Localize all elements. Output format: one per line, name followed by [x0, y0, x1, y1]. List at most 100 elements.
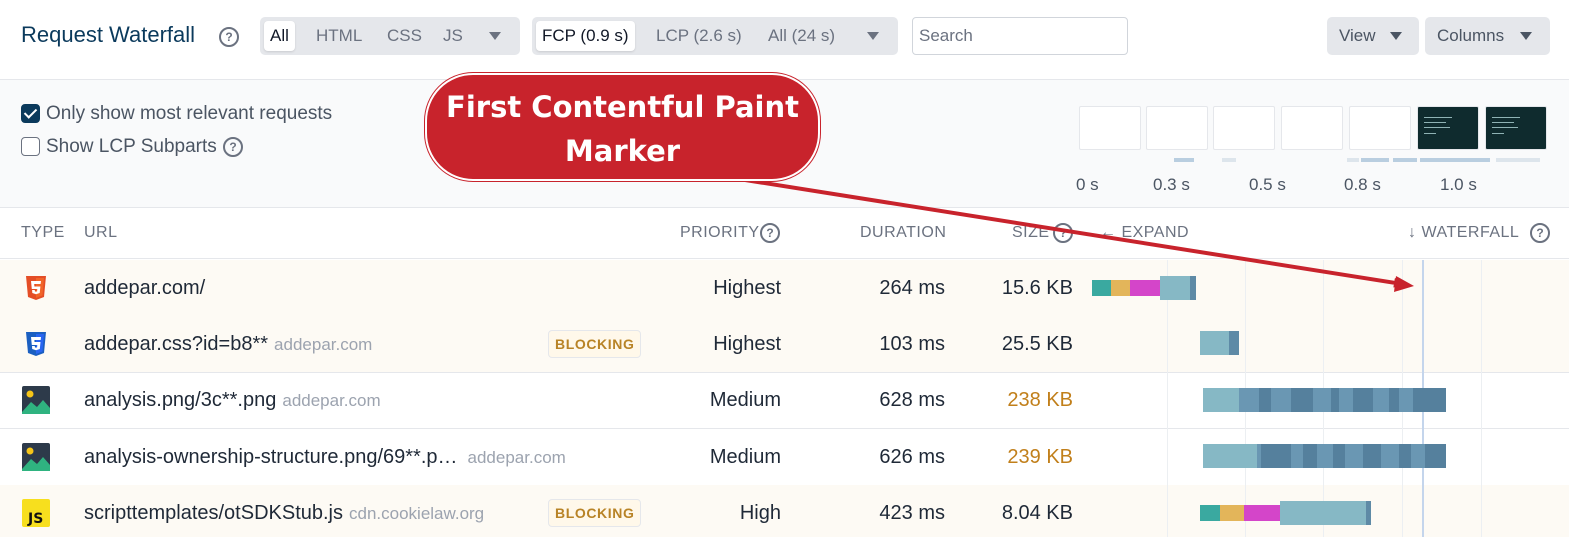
- filmstrip-progress: [1222, 158, 1236, 162]
- css3-icon: [26, 332, 46, 356]
- image-icon: [22, 386, 50, 414]
- filmstrip-frame[interactable]: [1079, 106, 1141, 150]
- filmstrip-progress: [1347, 158, 1359, 162]
- priority-cell: Highest: [713, 333, 781, 355]
- timeline-label: 0 s: [1076, 175, 1099, 194]
- ssl-segment: [1244, 505, 1280, 521]
- waterfall-chart: [1085, 260, 1569, 537]
- chevron-down-icon[interactable]: [867, 32, 879, 40]
- request-url[interactable]: addepar.com/: [84, 277, 205, 300]
- size-cell: 239 KB: [1007, 446, 1073, 468]
- type-filter-all[interactable]: All: [264, 21, 295, 51]
- column-type[interactable]: TYPE: [21, 224, 65, 242]
- request-url[interactable]: scripttemplates/otSDKStub.js cdn.cookiela…: [84, 502, 484, 525]
- wait-segment: [1160, 276, 1190, 300]
- type-filter-html[interactable]: HTML: [310, 21, 368, 51]
- help-icon[interactable]: ?: [219, 27, 239, 47]
- wait-segment: [1203, 444, 1257, 468]
- lcp-subparts-checkbox[interactable]: [21, 137, 40, 156]
- column-size[interactable]: SIZE: [1012, 224, 1050, 242]
- filmstrip-frame[interactable]: [1485, 106, 1547, 150]
- help-icon[interactable]: ?: [1053, 223, 1073, 243]
- timing-filter-all[interactable]: All (24 s): [762, 21, 841, 51]
- relevant-requests-checkbox[interactable]: [21, 104, 40, 123]
- timing-filter-fcp[interactable]: FCP (0.9 s): [536, 21, 635, 51]
- waterfall-bar[interactable]: [1203, 444, 1447, 468]
- waterfall-bar[interactable]: [1203, 388, 1447, 412]
- view-label: View: [1339, 26, 1376, 45]
- request-url[interactable]: analysis.png/3c**.png addepar.com: [84, 389, 381, 412]
- waterfall-bar[interactable]: [1200, 331, 1240, 355]
- column-duration[interactable]: DURATION: [860, 224, 946, 242]
- filmstrip-progress: [1420, 158, 1490, 162]
- callout-line-2: Marker: [564, 134, 681, 168]
- view-dropdown[interactable]: View: [1327, 17, 1419, 55]
- priority-cell: Highest: [713, 277, 781, 299]
- svg-text:JS: JS: [27, 511, 43, 527]
- waterfall-bar[interactable]: [1200, 501, 1372, 525]
- filmstrip-frame[interactable]: [1281, 106, 1343, 150]
- timing-filter: FCP (0.9 s) LCP (2.6 s) All (24 s): [532, 17, 898, 55]
- request-url[interactable]: addepar.css?id=b8** addepar.com: [84, 333, 372, 356]
- filmstrip-progress: [1393, 158, 1417, 162]
- url-domain: cdn.cookielaw.org: [349, 504, 485, 523]
- download-chunk: [1353, 388, 1373, 412]
- column-waterfall[interactable]: ↓ WATERFALL: [1408, 224, 1519, 242]
- download-chunk: [1331, 388, 1339, 412]
- waterfall-bar[interactable]: [1092, 276, 1198, 300]
- filmstrip-progress: [1496, 158, 1540, 162]
- wait-segment: [1203, 388, 1239, 412]
- waterfall-label: WATERFALL: [1421, 224, 1520, 241]
- duration-cell: 628 ms: [879, 389, 945, 411]
- arrow-left-icon: ←: [1100, 224, 1117, 241]
- filmstrip-frame[interactable]: [1213, 106, 1275, 150]
- url-path: analysis-ownership-structure.png/69**.p…: [84, 446, 458, 468]
- help-icon[interactable]: ?: [1530, 223, 1550, 243]
- url-path: scripttemplates/otSDKStub.js: [84, 502, 343, 524]
- search-input[interactable]: [912, 17, 1128, 55]
- javascript-icon: JS: [22, 499, 50, 527]
- chevron-down-icon[interactable]: [489, 32, 501, 40]
- filmstrip-frame[interactable]: [1417, 106, 1479, 150]
- filmstrip-frame[interactable]: [1349, 106, 1411, 150]
- duration-cell: 423 ms: [879, 502, 945, 524]
- duration-cell: 103 ms: [879, 333, 945, 355]
- expand-button[interactable]: ← EXPAND: [1100, 224, 1189, 242]
- url-path: analysis.png/3c**.png: [84, 389, 277, 411]
- blocking-badge: BLOCKING: [548, 499, 642, 527]
- type-filter-js[interactable]: JS: [437, 21, 469, 51]
- columns-dropdown[interactable]: Columns: [1425, 17, 1550, 55]
- filmstrip-frame[interactable]: [1146, 106, 1208, 150]
- gridline: [1481, 260, 1482, 537]
- url-domain: addepar.com: [274, 335, 373, 354]
- download-chunk: [1389, 388, 1399, 412]
- size-cell: 8.04 KB: [1001, 502, 1073, 524]
- dns-segment: [1200, 505, 1220, 521]
- download-chunk: [1363, 444, 1381, 468]
- download-chunk: [1259, 388, 1271, 412]
- table-header: TYPE URL PRIORITY ? DURATION SIZE ? ← EX…: [0, 208, 1569, 259]
- priority-cell: High: [739, 502, 781, 524]
- filmstrip-progress: [1361, 158, 1389, 162]
- chevron-down-icon: [1520, 32, 1532, 40]
- callout-line-1: First Contentful Paint: [446, 90, 799, 124]
- help-icon[interactable]: ?: [223, 137, 243, 157]
- timeline-label: 0.8 s: [1344, 175, 1381, 194]
- download-chunk: [1425, 444, 1446, 468]
- column-url[interactable]: URL: [84, 224, 118, 242]
- download-chunk: [1333, 444, 1345, 468]
- timeline-label: 0.3 s: [1153, 175, 1190, 194]
- help-icon[interactable]: ?: [760, 223, 780, 243]
- download-segment: [1190, 276, 1196, 300]
- connect-segment: [1220, 505, 1244, 521]
- duration-cell: 626 ms: [879, 446, 945, 468]
- gridline: [1167, 260, 1168, 537]
- column-priority[interactable]: PRIORITY: [680, 224, 760, 242]
- blocking-badge: BLOCKING: [548, 330, 642, 358]
- request-url[interactable]: analysis-ownership-structure.png/69**.p……: [84, 446, 566, 469]
- size-cell: 25.5 KB: [1001, 333, 1073, 355]
- type-filter-css[interactable]: CSS: [381, 21, 428, 51]
- toolbar: Request Waterfall ? All HTML CSS JS FCP …: [0, 0, 1569, 80]
- download-segment: [1366, 501, 1371, 525]
- timing-filter-lcp[interactable]: LCP (2.6 s): [650, 21, 748, 51]
